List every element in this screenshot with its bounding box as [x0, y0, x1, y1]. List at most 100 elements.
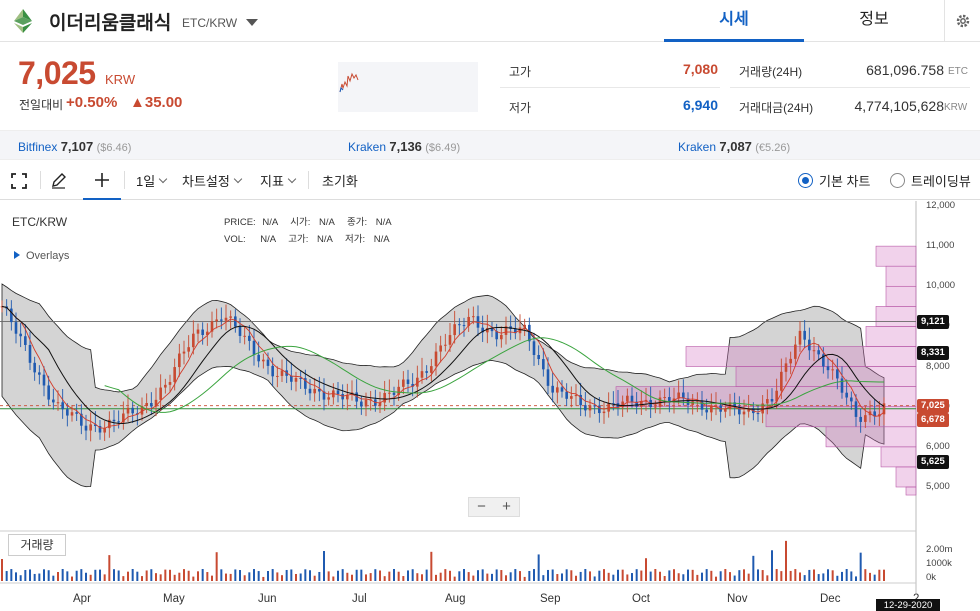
- volume-profile-bar: [825, 426, 917, 448]
- candle-body: [402, 379, 405, 387]
- indicators-dropdown[interactable]: 지표: [260, 161, 297, 200]
- y-tick-label: 11,000: [926, 240, 955, 252]
- volume-bar: [38, 573, 41, 581]
- candle-body: [201, 329, 204, 336]
- volume-bar: [789, 570, 792, 581]
- x-tick-label: Oct: [632, 593, 650, 605]
- volume-bar: [5, 571, 8, 581]
- candle-body: [864, 415, 867, 422]
- draw-tool-button[interactable]: [50, 161, 72, 200]
- candle-body: [238, 326, 242, 336]
- volume-bar: [407, 570, 409, 581]
- overlays-toggle[interactable]: Overlays: [14, 250, 69, 262]
- volume-label: 거래량(24H): [739, 65, 803, 79]
- volume-bar: [57, 572, 59, 581]
- settings-button[interactable]: [944, 0, 980, 42]
- candle-body: [327, 397, 330, 400]
- y-tick-label: 6,000: [926, 440, 950, 452]
- volume-bar: [201, 569, 204, 581]
- volume-bar: [61, 569, 64, 581]
- crosshair-button[interactable]: [83, 161, 121, 200]
- candle-body: [798, 330, 802, 345]
- basic-chart-radio[interactable]: 기본 차트: [798, 161, 870, 200]
- candle-body: [131, 407, 134, 414]
- volume-bar: [173, 574, 176, 581]
- volume-bar: [803, 575, 806, 581]
- exchange-name[interactable]: Kraken: [678, 140, 716, 154]
- zoom-out-button[interactable]: −: [469, 498, 494, 516]
- y-tick-label: 10,000: [926, 280, 956, 292]
- volume-tick-label: 1000k: [926, 558, 952, 569]
- volume-bar: [127, 571, 129, 581]
- candle-body: [336, 390, 340, 395]
- volume-bar: [425, 569, 428, 581]
- candle-body: [14, 322, 18, 334]
- volume-bar: [360, 569, 363, 581]
- volume-bar: [131, 569, 134, 581]
- volume-bar: [873, 574, 876, 581]
- volume-bar: [99, 569, 101, 581]
- candle-body: [360, 401, 363, 407]
- candle-body: [845, 392, 848, 398]
- volume-bar: [66, 571, 69, 581]
- candle-body: [52, 399, 55, 403]
- candle-body: [10, 308, 13, 323]
- volume-profile-bar: [875, 306, 917, 327]
- exchange-name[interactable]: Kraken: [348, 140, 386, 154]
- candle-body: [178, 353, 181, 368]
- volume-bar: [402, 576, 405, 581]
- gear-icon: [956, 14, 969, 28]
- fullscreen-button[interactable]: [11, 161, 33, 200]
- candle-body: [551, 385, 554, 393]
- coin-dropdown-caret-icon[interactable]: [246, 19, 258, 26]
- zoom-in-button[interactable]: +: [494, 498, 519, 516]
- volume-bar: [351, 574, 353, 581]
- volume-bar: [271, 569, 274, 581]
- volume-bar: [575, 575, 577, 581]
- reset-button[interactable]: 초기화: [322, 161, 358, 200]
- exchange-sub-price: ($6.49): [425, 142, 461, 154]
- chart-canvas[interactable]: [0, 201, 980, 611]
- candle-body: [248, 335, 251, 341]
- candle-body: [584, 405, 587, 411]
- volume-bar: [52, 575, 55, 581]
- chart-symbol: ETC/KRW: [12, 215, 68, 229]
- volume-bar: [211, 575, 213, 581]
- volume-bar: [113, 569, 115, 581]
- coin-pair: ETC/KRW: [182, 16, 238, 30]
- candle-body: [229, 316, 232, 318]
- volume-bar: [579, 571, 582, 581]
- candle-body: [574, 394, 578, 397]
- volume-bar: [495, 569, 498, 581]
- x-tick-label: Nov: [727, 593, 748, 605]
- candle-body: [560, 387, 564, 392]
- ohlc-legend-row-1: PRICE: N/A 시가: N/A 종가: N/A: [224, 214, 392, 228]
- volume-bar: [584, 569, 587, 581]
- volume-bar: [155, 573, 157, 581]
- exchange-item: Kraken 7,136 ($6.49): [348, 139, 460, 154]
- volume-bar: [593, 576, 596, 581]
- volume-bar: [397, 571, 400, 581]
- tab-info[interactable]: 정보: [804, 0, 944, 42]
- price-chart[interactable]: ETC/KRW PRICE: N/A 시가: N/A 종가: N/A VOL: …: [0, 200, 980, 611]
- volume-bar: [682, 574, 685, 581]
- exchange-name[interactable]: Bitfinex: [18, 140, 57, 154]
- candle-body: [626, 395, 629, 402]
- candle-body: [588, 405, 592, 411]
- volume-bar: [855, 576, 857, 581]
- y-tick-label: 8,000: [926, 360, 950, 372]
- volume-bar: [551, 569, 554, 581]
- chart-settings-dropdown[interactable]: 차트설정: [182, 161, 243, 200]
- candle-body: [28, 344, 32, 363]
- tradingview-radio[interactable]: 트레이딩뷰: [890, 161, 971, 200]
- volume-bar: [808, 569, 811, 581]
- tab-price[interactable]: 시세: [664, 0, 804, 42]
- interval-dropdown[interactable]: 1일: [136, 161, 168, 200]
- volume-bar: [743, 569, 745, 581]
- volume-bar: [19, 575, 22, 581]
- candle-body: [840, 378, 844, 393]
- exchange-sub-price: ($6.46): [96, 142, 132, 154]
- volume-profile-bar: [765, 406, 917, 428]
- volume-bar: [229, 573, 232, 581]
- volume-bar: [500, 570, 503, 581]
